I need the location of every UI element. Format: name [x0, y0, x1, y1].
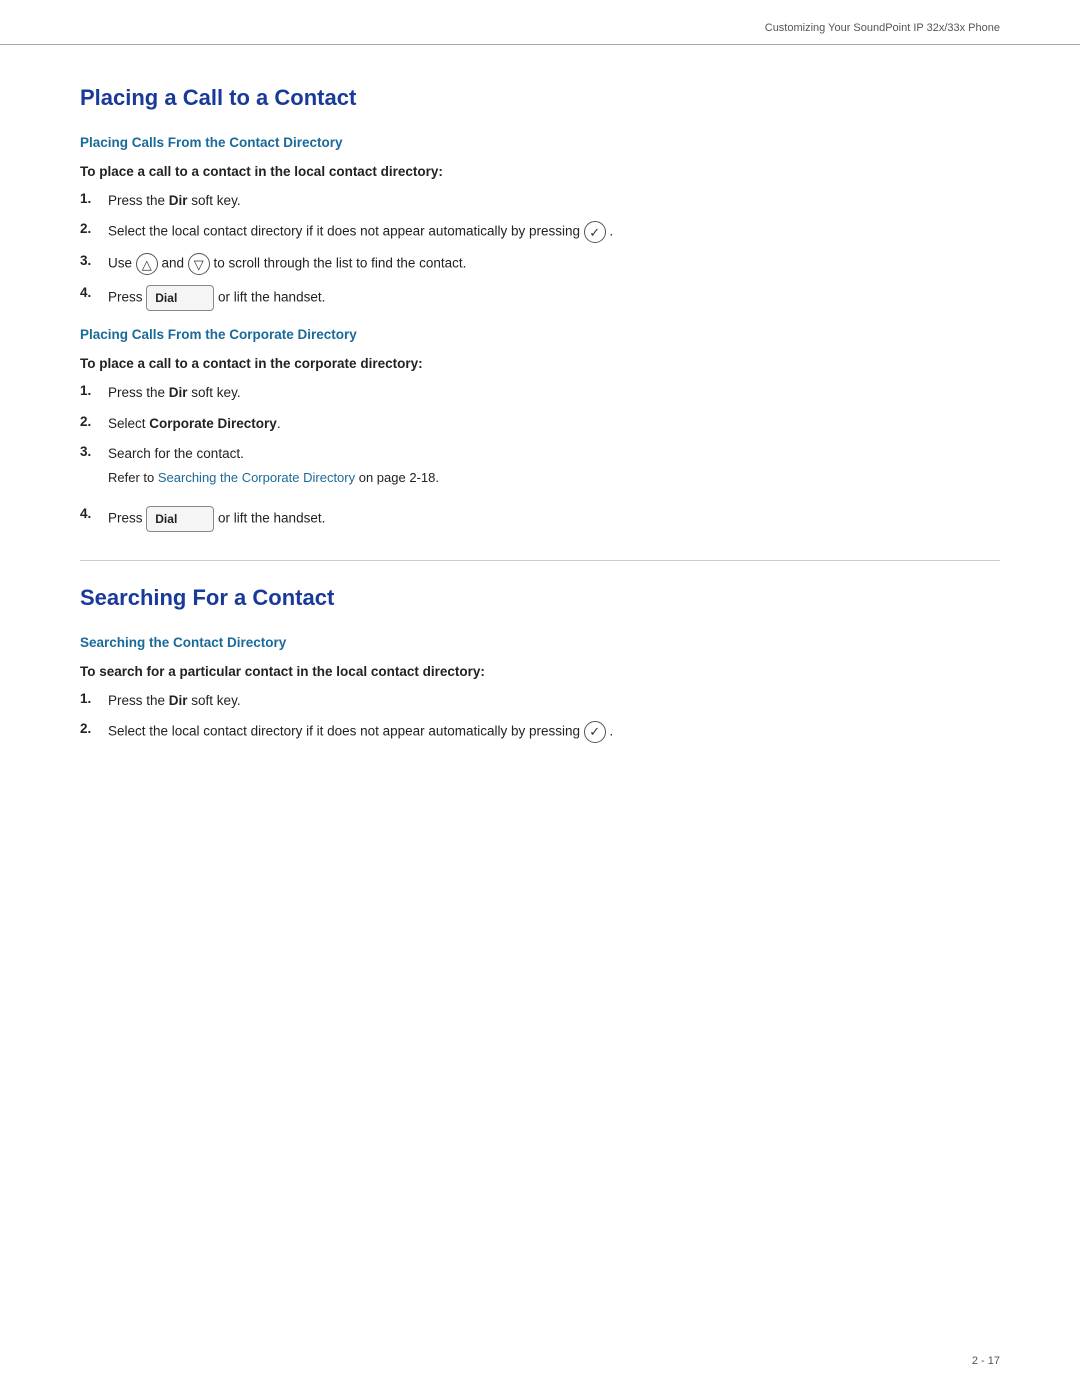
- step-content: Press Dial or lift the handset.: [108, 506, 1000, 532]
- step-num: 2.: [80, 221, 108, 236]
- step-1-corp: 1. Press the Dir soft key.: [80, 383, 1000, 403]
- dial-button: Dial: [146, 285, 214, 311]
- main-content: Placing a Call to a Contact Placing Call…: [0, 45, 1080, 819]
- step-num: 1.: [80, 691, 108, 706]
- steps-list-corporate: 1. Press the Dir soft key. 2. Select Cor…: [80, 383, 1000, 531]
- dir-key-search: Dir: [169, 693, 188, 708]
- subsection-title-local: Placing Calls From the Contact Directory: [80, 135, 1000, 150]
- step-num: 3.: [80, 253, 108, 268]
- step-content: Select the local contact directory if it…: [108, 721, 1000, 743]
- page-header: Customizing Your SoundPoint IP 32x/33x P…: [0, 0, 1080, 45]
- dial-label: Dial: [155, 289, 177, 307]
- ref-text: Refer to Searching the Corporate Directo…: [108, 468, 439, 488]
- steps-list-local: 1. Press the Dir soft key. 2. Select the…: [80, 191, 1000, 311]
- section-title-searching: Searching For a Contact: [80, 585, 1000, 611]
- step-1-local: 1. Press the Dir soft key.: [80, 191, 1000, 211]
- step-2-corp: 2. Select Corporate Directory.: [80, 414, 1000, 434]
- step-content: Use △ and ▽ to scroll through the list t…: [108, 253, 1000, 275]
- step-content: Press Dial or lift the handset.: [108, 285, 1000, 311]
- dial-label-corp: Dial: [155, 510, 177, 528]
- step-content: Press the Dir soft key.: [108, 691, 1000, 711]
- searching-corporate-link[interactable]: Searching the Corporate Directory: [158, 470, 355, 485]
- step-num: 1.: [80, 191, 108, 206]
- subsection-placing-corporate: Placing Calls From the Corporate Directo…: [80, 327, 1000, 531]
- step-3-corp: 3. Search for the contact. Refer to Sear…: [80, 444, 1000, 496]
- step-content: Search for the contact. Refer to Searchi…: [108, 444, 1000, 496]
- step-content: Select the local contact directory if it…: [108, 221, 1000, 243]
- step-2-local: 2. Select the local contact directory if…: [80, 221, 1000, 243]
- down-arrow-icon: ▽: [188, 253, 210, 275]
- procedure-title-local: To place a call to a contact in the loca…: [80, 164, 1000, 179]
- step-num: 3.: [80, 444, 108, 459]
- dial-button-corp: Dial: [146, 506, 214, 532]
- step-num: 2.: [80, 414, 108, 429]
- corporate-directory-label: Corporate Directory: [149, 416, 277, 431]
- page-number: 2 - 17: [972, 1355, 1000, 1367]
- step-2-search: 2. Select the local contact directory if…: [80, 721, 1000, 743]
- dir-key: Dir: [169, 193, 188, 208]
- dir-key: Dir: [169, 385, 188, 400]
- section-separator: [80, 560, 1000, 561]
- step-4-corp: 4. Press Dial or lift the handset.: [80, 506, 1000, 532]
- subsection-title-corporate: Placing Calls From the Corporate Directo…: [80, 327, 1000, 342]
- step-num: 4.: [80, 285, 108, 300]
- step-num: 1.: [80, 383, 108, 398]
- step-3-local: 3. Use △ and ▽ to scroll through the lis…: [80, 253, 1000, 275]
- header-text: Customizing Your SoundPoint IP 32x/33x P…: [765, 22, 1000, 34]
- step-content: Press the Dir soft key.: [108, 383, 1000, 403]
- step-4-local: 4. Press Dial or lift the handset.: [80, 285, 1000, 311]
- procedure-title-corporate: To place a call to a contact in the corp…: [80, 356, 1000, 371]
- check-circle-icon: ✓: [584, 221, 606, 243]
- step-content: Press the Dir soft key.: [108, 191, 1000, 211]
- page-footer: 2 - 17: [972, 1355, 1000, 1367]
- subsection-searching-local: Searching the Contact Directory To searc…: [80, 635, 1000, 743]
- steps-list-search-local: 1. Press the Dir soft key. 2. Select the…: [80, 691, 1000, 743]
- step-1-search: 1. Press the Dir soft key.: [80, 691, 1000, 711]
- subsection-title-search-local: Searching the Contact Directory: [80, 635, 1000, 650]
- step-content: Select Corporate Directory.: [108, 414, 1000, 434]
- subsection-placing-local: Placing Calls From the Contact Directory…: [80, 135, 1000, 311]
- step-num: 2.: [80, 721, 108, 736]
- step-num: 4.: [80, 506, 108, 521]
- section-title-placing: Placing a Call to a Contact: [80, 85, 1000, 111]
- procedure-title-search-local: To search for a particular contact in th…: [80, 664, 1000, 679]
- check-circle-icon-2: ✓: [584, 721, 606, 743]
- page-container: Customizing Your SoundPoint IP 32x/33x P…: [0, 0, 1080, 1397]
- up-arrow-icon: △: [136, 253, 158, 275]
